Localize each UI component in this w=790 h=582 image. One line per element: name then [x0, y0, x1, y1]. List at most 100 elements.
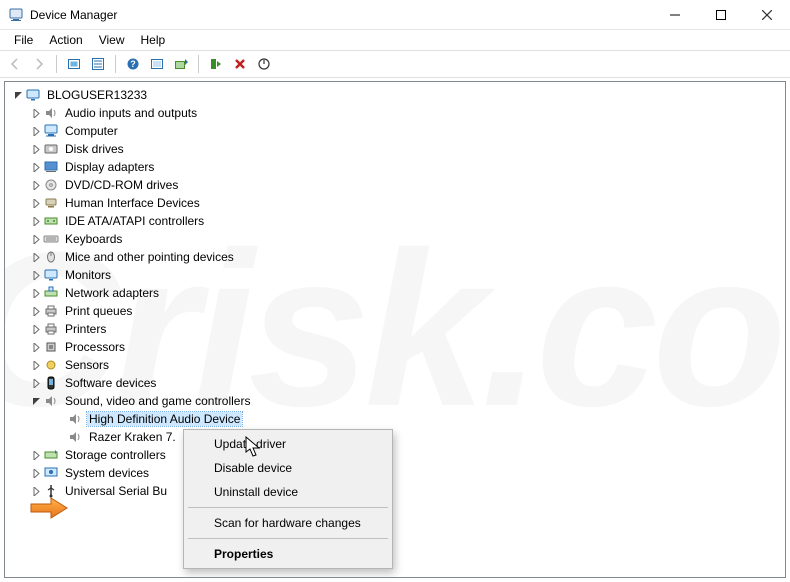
tree-category[interactable]: Human Interface Devices: [5, 194, 785, 212]
tree-category[interactable]: Disk drives: [5, 140, 785, 158]
expand-toggle[interactable]: [29, 178, 43, 192]
expand-toggle[interactable]: [29, 250, 43, 264]
close-button[interactable]: [744, 0, 790, 30]
speaker-icon: [67, 411, 83, 427]
tree-category[interactable]: Sensors: [5, 356, 785, 374]
storage-icon: [43, 447, 59, 463]
tree-item-label: Sound, video and game controllers: [63, 394, 252, 408]
tree-category[interactable]: Storage controllers: [5, 446, 785, 464]
network-icon: [43, 285, 59, 301]
expand-toggle[interactable]: [29, 214, 43, 228]
update-driver-button[interactable]: [170, 53, 192, 75]
expand-toggle[interactable]: [29, 304, 43, 318]
expand-toggle[interactable]: [29, 196, 43, 210]
context-menu-item[interactable]: Update driver: [186, 432, 390, 456]
tree-category[interactable]: DVD/CD-ROM drives: [5, 176, 785, 194]
properties-button[interactable]: [87, 53, 109, 75]
tree-item-label: Universal Serial Bu: [63, 484, 169, 498]
toolbar-separator: [56, 55, 57, 73]
menu-file[interactable]: File: [6, 31, 41, 49]
enable-device-button[interactable]: [205, 53, 227, 75]
help-button[interactable]: ?: [122, 53, 144, 75]
menu-help[interactable]: Help: [133, 31, 174, 49]
expand-toggle[interactable]: [29, 376, 43, 390]
expand-toggle[interactable]: [29, 124, 43, 138]
expand-toggle[interactable]: [29, 448, 43, 462]
tree-item-label: Processors: [63, 340, 127, 354]
tree-item-label: System devices: [63, 466, 151, 480]
tree-item-label: Print queues: [63, 304, 134, 318]
tree-category[interactable]: Computer: [5, 122, 785, 140]
titlebar: Device Manager: [0, 0, 790, 30]
speaker-icon: [43, 393, 59, 409]
forward-button[interactable]: [28, 53, 50, 75]
minimize-button[interactable]: [652, 0, 698, 30]
context-menu-separator: [188, 507, 388, 508]
tree-item-label: Computer: [63, 124, 120, 138]
expand-toggle[interactable]: [29, 466, 43, 480]
expand-toggle[interactable]: [29, 322, 43, 336]
scan-button[interactable]: [146, 53, 168, 75]
expand-toggle[interactable]: [29, 160, 43, 174]
tree-device[interactable]: Razer Kraken 7.: [5, 428, 785, 446]
disable-button[interactable]: [253, 53, 275, 75]
menu-action[interactable]: Action: [41, 31, 90, 49]
menubar: File Action View Help: [0, 30, 790, 50]
uninstall-button[interactable]: [229, 53, 251, 75]
expand-toggle[interactable]: [29, 106, 43, 120]
expand-toggle[interactable]: [29, 286, 43, 300]
tree-category[interactable]: Display adapters: [5, 158, 785, 176]
context-menu-item[interactable]: Scan for hardware changes: [186, 511, 390, 535]
window-title: Device Manager: [30, 8, 652, 22]
tree-item-label: DVD/CD-ROM drives: [63, 178, 180, 192]
speaker-icon: [67, 429, 83, 445]
tree-category[interactable]: Network adapters: [5, 284, 785, 302]
expand-toggle[interactable]: [29, 358, 43, 372]
tree-item-label: Software devices: [63, 376, 158, 390]
system-icon: [43, 465, 59, 481]
show-hidden-button[interactable]: [63, 53, 85, 75]
speaker-icon: [43, 105, 59, 121]
expand-toggle[interactable]: [29, 142, 43, 156]
tree-category[interactable]: Print queues: [5, 302, 785, 320]
expand-toggle[interactable]: [11, 88, 25, 102]
sensor-icon: [43, 357, 59, 373]
expand-toggle[interactable]: [29, 268, 43, 282]
keyboard-icon: [43, 231, 59, 247]
maximize-button[interactable]: [698, 0, 744, 30]
dvd-icon: [43, 177, 59, 193]
context-menu-item[interactable]: Disable device: [186, 456, 390, 480]
tree-category[interactable]: System devices: [5, 464, 785, 482]
monitor-icon: [43, 267, 59, 283]
window-controls: [652, 0, 790, 29]
ide-icon: [43, 213, 59, 229]
tree-item-label: Monitors: [63, 268, 113, 282]
expand-toggle[interactable]: [29, 232, 43, 246]
device-tree[interactable]: BLOGUSER13233 Audio inputs and outputs Com…: [5, 82, 785, 500]
tree-category[interactable]: Processors: [5, 338, 785, 356]
tree-category[interactable]: Mice and other pointing devices: [5, 248, 785, 266]
tree-category[interactable]: Keyboards: [5, 230, 785, 248]
tree-item-label: Audio inputs and outputs: [63, 106, 199, 120]
tree-device[interactable]: High Definition Audio Device: [5, 410, 785, 428]
tree-category[interactable]: Printers: [5, 320, 785, 338]
cpu-icon: [43, 339, 59, 355]
expand-toggle[interactable]: [29, 394, 43, 408]
context-menu-item[interactable]: Properties: [186, 542, 390, 566]
menu-view[interactable]: View: [91, 31, 133, 49]
hid-icon: [43, 195, 59, 211]
computer-icon: [43, 123, 59, 139]
software-icon: [43, 375, 59, 391]
tree-category[interactable]: Audio inputs and outputs: [5, 104, 785, 122]
tree-category[interactable]: Monitors: [5, 266, 785, 284]
tree-root[interactable]: BLOGUSER13233: [5, 86, 785, 104]
context-menu-item[interactable]: Uninstall device: [186, 480, 390, 504]
expand-toggle[interactable]: [29, 340, 43, 354]
tree-category[interactable]: IDE ATA/ATAPI controllers: [5, 212, 785, 230]
tree-category[interactable]: Universal Serial Bu: [5, 482, 785, 500]
tree-category[interactable]: Software devices: [5, 374, 785, 392]
tree-category[interactable]: Sound, video and game controllers: [5, 392, 785, 410]
display-icon: [43, 159, 59, 175]
printer-icon: [43, 321, 59, 337]
back-button[interactable]: [4, 53, 26, 75]
